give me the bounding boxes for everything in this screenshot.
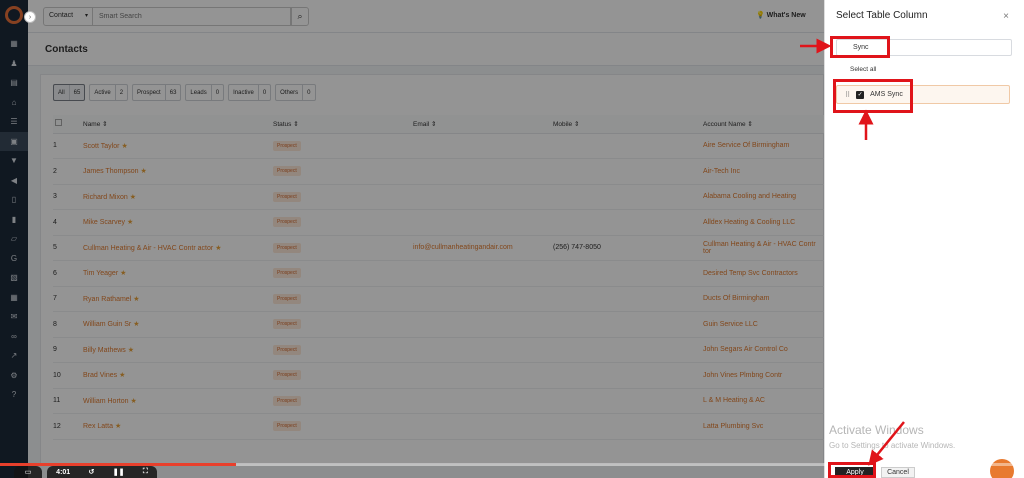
watermark-subtitle: Go to Settings to activate Windows. xyxy=(829,441,956,450)
modal-backdrop[interactable] xyxy=(0,0,824,478)
pause-icon[interactable]: ❚❚ xyxy=(113,468,125,476)
annotation-box-column xyxy=(833,79,913,113)
select-table-column-panel: Select Table Column × ⌕ Select all ⠿ ✓ A… xyxy=(824,0,1024,478)
select-all-link[interactable]: Select all xyxy=(850,66,876,73)
annotation-box-apply xyxy=(828,462,876,478)
close-icon[interactable]: × xyxy=(1003,11,1009,22)
video-time: 4:01 xyxy=(56,468,71,476)
replay-icon[interactable]: ↺ xyxy=(89,468,95,476)
captions-icon[interactable]: ▭ xyxy=(14,466,42,478)
fullscreen-icon[interactable]: ⛶ xyxy=(143,468,148,476)
watermark-title: Activate Windows xyxy=(829,423,924,437)
annotation-box-search xyxy=(830,36,890,58)
activate-windows-watermark: Activate Windows Go to Settings to activ… xyxy=(829,423,955,450)
panel-title: Select Table Column xyxy=(836,10,928,21)
sidebar-collapse-button[interactable]: › xyxy=(24,11,36,23)
video-controls: 4:01 ↺ ❚❚ ⛶ xyxy=(47,466,157,478)
